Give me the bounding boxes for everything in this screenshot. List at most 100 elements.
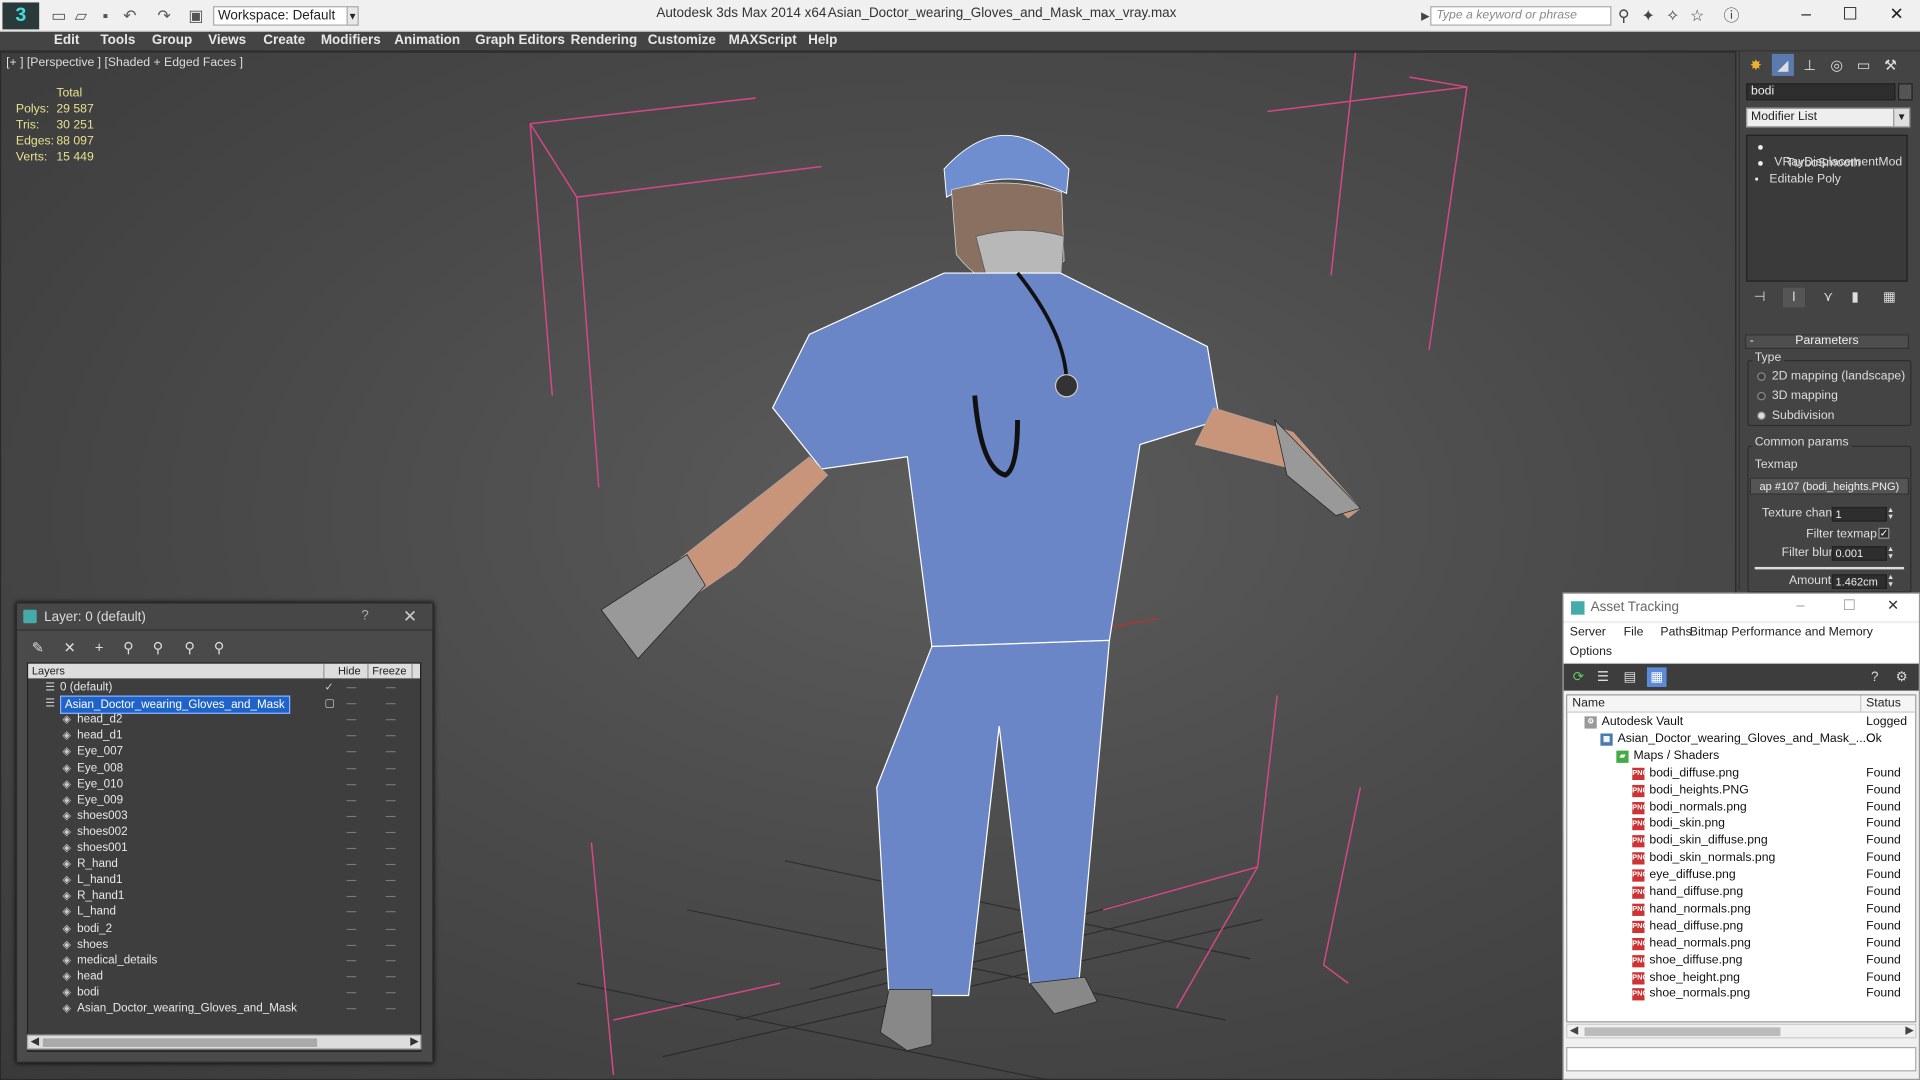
freeze-toggle[interactable]: — <box>386 824 396 840</box>
asset-menu-paths[interactable]: Paths <box>1660 626 1691 639</box>
asset-tree-row[interactable]: ▰ Maps / Shaders <box>1567 748 1915 765</box>
hide-toggle[interactable]: — <box>347 792 357 808</box>
create-layer-icon[interactable]: ✎ <box>27 638 49 658</box>
freeze-toggle[interactable]: — <box>386 792 396 808</box>
amount-spinner[interactable]: 1.462cm <box>1831 574 1887 589</box>
minimize-icon[interactable]: – <box>1796 596 1804 613</box>
layer-object-row[interactable]: ◈ L_hand1 — — <box>28 872 420 888</box>
asset-tree-row[interactable]: ⚙ Autodesk Vault Logged C <box>1567 714 1915 746</box>
layer-object-row[interactable]: ◈ R_hand1 — — <box>28 888 420 904</box>
favorites-star-icon[interactable]: ☆ <box>1687 7 1707 24</box>
asset-file-row[interactable]: PNG shoe_normals.png Found <box>1567 986 1915 1003</box>
filter-texmap-checkbox[interactable]: ✓ <box>1878 527 1890 539</box>
hide-toggle[interactable]: — <box>347 840 357 856</box>
hide-toggle[interactable]: — <box>347 920 357 936</box>
menu-tools[interactable]: Tools <box>100 33 135 48</box>
column-header-status[interactable]: Status <box>1861 696 1901 713</box>
minimize-icon[interactable]: – <box>1788 2 1825 24</box>
radio-2d-mapping[interactable]: 2D mapping (landscape) <box>1757 370 1905 383</box>
pin-stack-icon[interactable]: ⊣ <box>1749 288 1771 308</box>
hierarchy-tab-icon[interactable]: ⊥ <box>1799 54 1821 76</box>
hide-toggle[interactable]: — <box>347 952 357 968</box>
layer-row[interactable]: ☰ Asian_Doctor_wearing_Gloves_and_Mask ▢ — — <box>28 695 420 714</box>
remove-modifier-icon[interactable]: ▮ <box>1844 288 1866 308</box>
open-file-icon[interactable]: ▱ <box>71 7 91 24</box>
menu-modifiers[interactable]: Modifiers <box>321 33 381 48</box>
layer-object-row[interactable]: ◈ Eye_008 — — <box>28 760 420 776</box>
new-file-icon[interactable]: ▭ <box>49 7 69 24</box>
asset-menu-file[interactable]: File <box>1624 626 1644 639</box>
help-question-icon[interactable]: ? <box>361 609 369 624</box>
freeze-toggle[interactable]: — <box>386 872 396 888</box>
menu-customize[interactable]: Customize <box>648 33 716 48</box>
horizontal-scrollbar[interactable]: ◀ ▶ <box>26 1034 422 1050</box>
layer-object-row[interactable]: ◈ Eye_010 — — <box>28 776 420 792</box>
menu-rendering[interactable]: Rendering <box>571 33 638 48</box>
hide-toggle[interactable]: — <box>347 888 357 904</box>
layer-window-titlebar[interactable]: Layer: 0 (default) ? ✕ <box>17 603 433 631</box>
spinner-arrows-icon[interactable]: ▲ ▼ <box>1887 546 1894 561</box>
freeze-toggle[interactable]: — <box>386 728 396 744</box>
freeze-toggle[interactable]: — <box>386 776 396 792</box>
freeze-toggle[interactable]: — <box>386 936 396 952</box>
hide-toggle[interactable]: — <box>347 808 357 824</box>
hide-toggle[interactable]: — <box>347 744 357 760</box>
layer-object-row[interactable]: ◈ shoes003 — — <box>28 808 420 824</box>
radio-3d-mapping[interactable]: 3D mapping <box>1757 389 1838 403</box>
freeze-toggle[interactable]: — <box>386 920 396 936</box>
asset-file-row[interactable]: PNG hand_diffuse.png Found <box>1567 884 1915 901</box>
asset-tree-row[interactable]: ▦ Asian_Doctor_wearing_Gloves_and_Mask_..… <box>1567 731 1915 748</box>
help-icon[interactable]: ? <box>1865 667 1885 687</box>
create-tab-icon[interactable]: ✸ <box>1745 54 1767 76</box>
hide-toggle[interactable]: — <box>347 968 357 984</box>
layer-object-row[interactable]: ◈ shoes002 — — <box>28 824 420 840</box>
scroll-left-icon[interactable]: ◀ <box>31 1035 39 1048</box>
highlight-layer-icon[interactable]: ⚲ <box>147 638 169 658</box>
hide-toggle[interactable]: — <box>347 712 357 728</box>
layer-object-row[interactable]: ◈ Asian_Doctor_wearing_Gloves_and_Mask — — <box>28 1000 420 1016</box>
select-objects-icon[interactable]: ⚲ <box>118 638 140 658</box>
spinner-arrows-icon[interactable]: ▲ ▼ <box>1887 574 1894 589</box>
freeze-toggle[interactable]: — <box>386 904 396 920</box>
menu-create[interactable]: Create <box>263 33 305 48</box>
asset-file-row[interactable]: PNG bodi_diffuse.png Found <box>1567 765 1915 782</box>
motion-tab-icon[interactable]: ◎ <box>1826 54 1848 76</box>
scrollbar-thumb[interactable] <box>1584 1027 1781 1036</box>
close-icon[interactable]: ✕ <box>403 606 417 627</box>
menu-help[interactable]: Help <box>808 33 837 48</box>
layer-object-row[interactable]: ◈ Eye_009 — — <box>28 792 420 808</box>
hide-toggle[interactable]: — <box>347 680 357 696</box>
lightbulb-icon[interactable]: ● <box>1757 140 1769 155</box>
maximize-icon[interactable]: ☐ <box>1832 2 1869 24</box>
freeze-toggle[interactable]: — <box>386 744 396 760</box>
layer-object-row[interactable]: ◈ L_hand — — <box>28 904 420 920</box>
menu-views[interactable]: Views <box>208 33 246 48</box>
asset-menu-bitmap-performance[interactable]: Bitmap Performance and Memory <box>1690 626 1873 639</box>
layer-row[interactable]: ☰ 0 (default) ✓ — — <box>28 680 420 696</box>
freeze-toggle[interactable]: — <box>386 888 396 904</box>
layer-object-row[interactable]: ◈ head — — <box>28 968 420 984</box>
asset-file-row[interactable]: PNG bodi_heights.PNG Found <box>1567 782 1915 799</box>
settings-icon[interactable]: ⚙ <box>1892 667 1912 687</box>
stack-item[interactable]: ●VRayDisplacementMod <box>1757 140 1906 169</box>
asset-file-row[interactable]: PNG bodi_skin_diffuse.png Found <box>1567 833 1915 850</box>
delete-layer-icon[interactable]: ✕ <box>59 638 81 658</box>
viewport-label[interactable]: [+ ] [Perspective ] [Shaded + Edged Face… <box>6 56 243 69</box>
layer-object-row[interactable]: ◈ bodi_2 — — <box>28 920 420 936</box>
asset-file-row[interactable]: PNG bodi_normals.png Found <box>1567 799 1915 816</box>
modify-tab-icon[interactable]: ◢ <box>1771 53 1794 76</box>
table-view-icon[interactable]: ▦ <box>1646 667 1667 687</box>
layer-object-row[interactable]: ◈ Eye_007 — — <box>28 744 420 760</box>
detail-view-icon[interactable]: ▤ <box>1620 667 1640 687</box>
lightbulb-icon[interactable]: ● <box>1757 156 1769 171</box>
asset-file-row[interactable]: PNG shoe_diffuse.png Found <box>1567 952 1915 969</box>
hide-toggle[interactable]: — <box>347 760 357 776</box>
freeze-toggle[interactable]: — <box>386 1000 396 1016</box>
stack-item[interactable]: ▪ Editable Poly <box>1755 171 1841 186</box>
menu-maxscript[interactable]: MAXScript <box>729 33 797 48</box>
freeze-all-icon[interactable]: ⚲ <box>208 638 230 658</box>
asset-file-row[interactable]: PNG head_diffuse.png Found <box>1567 918 1915 935</box>
asset-file-row[interactable]: PNG shoe_height.png Found <box>1567 969 1915 986</box>
current-layer-check-icon[interactable]: ✓ <box>324 680 333 696</box>
hide-toggle[interactable]: — <box>347 824 357 840</box>
